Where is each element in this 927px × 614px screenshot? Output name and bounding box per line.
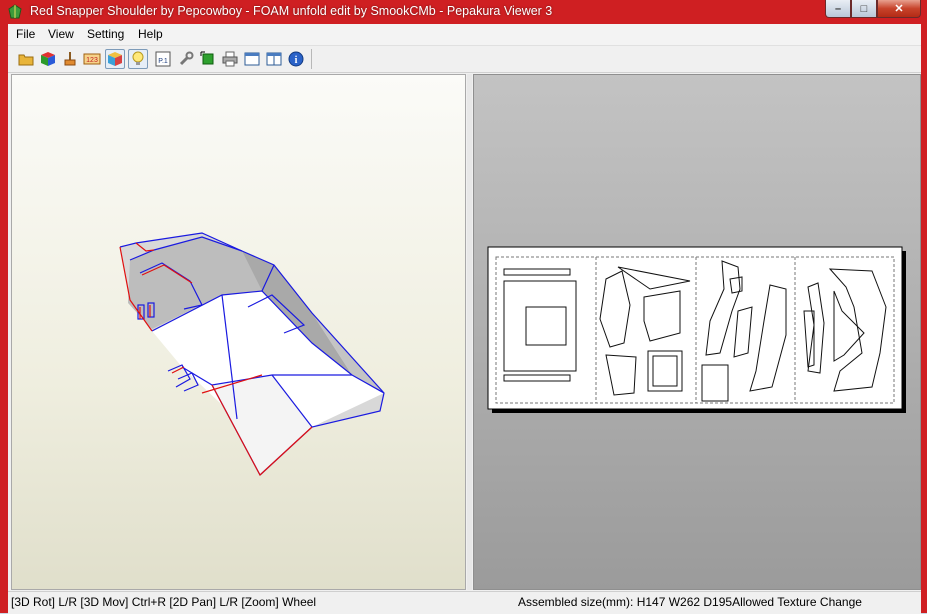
client-area: File View Setting Help 123 P.1 i [3D Rot… <box>8 24 921 614</box>
status-assembled-size: Assembled size(mm): H147 W262 D195Allowe… <box>518 595 862 609</box>
wrench-icon[interactable] <box>176 49 196 69</box>
brush-icon[interactable] <box>60 49 80 69</box>
svg-text:i: i <box>295 55 298 66</box>
info-icon[interactable]: i <box>286 49 306 69</box>
color-cube-icon[interactable] <box>38 49 58 69</box>
title-bar[interactable]: Red Snapper Shoulder by Pepcowboy - FOAM… <box>0 0 927 24</box>
menu-view[interactable]: View <box>48 27 74 41</box>
3d-model-render[interactable] <box>12 75 465 589</box>
open-folder-icon[interactable] <box>16 49 36 69</box>
page-number-icon[interactable]: P.1 <box>153 49 173 69</box>
unfolded-pattern-sheet[interactable] <box>474 75 920 589</box>
3d-view-pane[interactable] <box>11 74 466 590</box>
light-bulb-icon[interactable] <box>128 49 148 69</box>
toolbar: 123 P.1 i <box>8 46 921 73</box>
close-button[interactable]: ✕ <box>877 0 921 18</box>
status-controls-hint: [3D Rot] L/R [3D Mov] Ctrl+R [2D Pan] L/… <box>11 595 317 609</box>
printer-icon[interactable] <box>220 49 240 69</box>
menu-bar: File View Setting Help <box>8 24 921 46</box>
svg-text:123: 123 <box>86 57 98 64</box>
maximize-button[interactable]: □ <box>851 0 877 18</box>
single-pane-icon[interactable] <box>242 49 262 69</box>
dual-pane-icon[interactable] <box>264 49 284 69</box>
numbers-icon[interactable]: 123 <box>82 49 102 69</box>
status-bar: [3D Rot] L/R [3D Mov] Ctrl+R [2D Pan] L/… <box>8 591 921 614</box>
piece-select-icon[interactable] <box>198 49 218 69</box>
pepakura-app-icon <box>8 4 22 19</box>
texture-cube-icon[interactable] <box>105 49 125 69</box>
window-frame: Red Snapper Shoulder by Pepcowboy - FOAM… <box>0 0 927 614</box>
2d-pattern-pane[interactable] <box>473 74 921 590</box>
pane-splitter[interactable] <box>467 74 472 590</box>
toolbar-end-separator <box>311 49 312 69</box>
menu-help[interactable]: Help <box>138 27 163 41</box>
svg-text:P.1: P.1 <box>158 58 168 65</box>
window-title: Red Snapper Shoulder by Pepcowboy - FOAM… <box>30 4 553 18</box>
menu-file[interactable]: File <box>16 27 35 41</box>
menu-setting[interactable]: Setting <box>87 27 124 41</box>
minimize-button[interactable]: – <box>825 0 851 18</box>
